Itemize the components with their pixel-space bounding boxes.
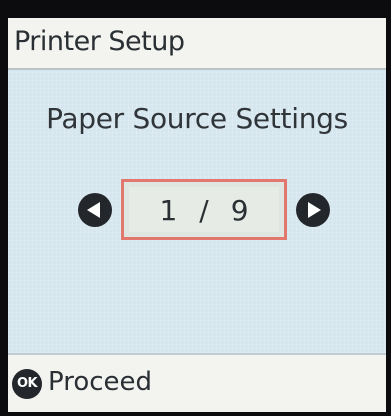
page-title: Printer Setup — [14, 26, 185, 57]
triangle-right-icon — [308, 202, 321, 218]
page-separator: / — [199, 194, 209, 227]
proceed-label[interactable]: Proceed — [48, 367, 152, 397]
printer-lcd-screen: Printer Setup Paper Source Settings 1/9 … — [8, 18, 386, 412]
page-indicator: 1 / 9 — [121, 179, 287, 240]
next-page-button[interactable] — [296, 193, 330, 227]
current-page-number: 1 — [159, 194, 178, 227]
total-page-count: 9 — [230, 194, 249, 227]
title-bar: Printer Setup — [8, 18, 386, 70]
footer-bar: OK Proceed — [8, 353, 386, 412]
setting-heading: Paper Source Settings — [46, 102, 348, 135]
page-navigator: 1 / 9 — [8, 179, 386, 241]
triangle-left-icon — [87, 202, 100, 218]
previous-page-button[interactable] — [78, 193, 112, 227]
ok-button-icon[interactable]: OK — [12, 369, 42, 399]
